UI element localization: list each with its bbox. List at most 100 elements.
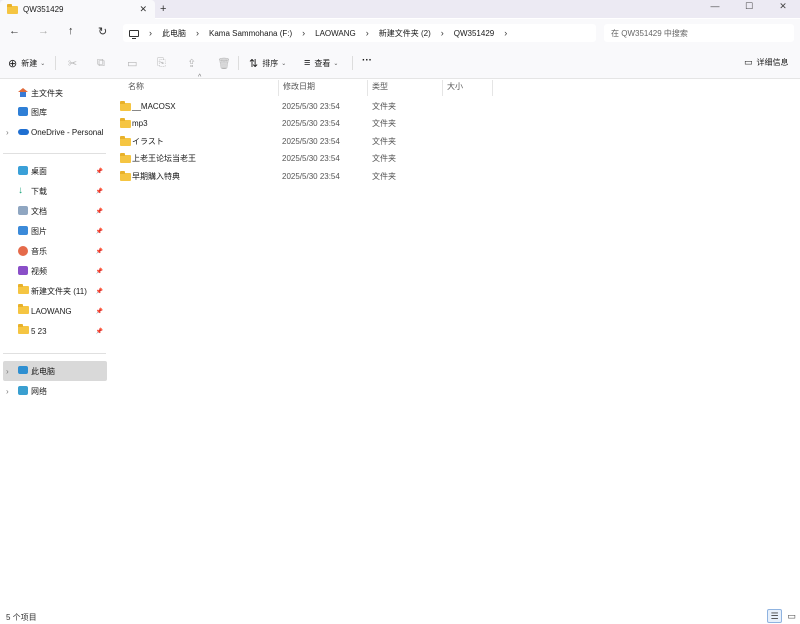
rename-icon: ⎘ xyxy=(157,57,166,69)
chevron-down-icon: ⌄ xyxy=(281,61,287,67)
share-icon: ⇪ xyxy=(187,58,197,70)
copy-button[interactable]: ⧉ xyxy=(97,57,109,70)
pin-icon: 📌 xyxy=(95,328,103,335)
column-header-date[interactable]: 修改日期 xyxy=(283,81,315,92)
sidebar-item-pictures[interactable]: 图片 📌 xyxy=(3,221,107,241)
pin-icon: 📌 xyxy=(95,248,103,255)
cloud-icon xyxy=(18,127,29,137)
file-row[interactable]: 上老王论坛当老王 2025/5/30 23:54 文件夹 xyxy=(112,150,492,167)
forward-button[interactable]: → xyxy=(38,25,49,37)
minimize-button[interactable]: — xyxy=(698,0,732,12)
pin-icon: 📌 xyxy=(95,208,103,215)
column-divider[interactable] xyxy=(278,80,279,96)
share-button[interactable]: ⇪ xyxy=(187,57,200,70)
breadcrumb-drive[interactable]: Kama Sammohana (F:) xyxy=(209,29,292,38)
sort-icon: ⇅ xyxy=(249,58,259,70)
view-icon: ≡ xyxy=(304,57,311,69)
chevron-right-icon[interactable]: › xyxy=(6,387,9,396)
sidebar-item-laowang[interactable]: LAOWANG 📌 xyxy=(3,301,107,321)
column-header-name[interactable]: 名称 xyxy=(128,81,144,92)
sidebar-item-desktop[interactable]: 桌面 📌 xyxy=(3,161,107,181)
breadcrumb-laowang[interactable]: LAOWANG xyxy=(315,29,356,38)
sidebar-item-videos[interactable]: 视频 📌 xyxy=(3,261,107,281)
plus-circle-icon: ⊕ xyxy=(8,58,18,70)
details-pane-button[interactable]: ▭ 详细信息 xyxy=(744,57,789,68)
folder-icon xyxy=(7,3,18,14)
pin-icon: 📌 xyxy=(95,308,103,315)
new-button[interactable]: ⊕ 新建 ⌄ xyxy=(8,57,45,70)
sidebar-item-music[interactable]: 音乐 📌 xyxy=(3,241,107,261)
refresh-button[interactable]: ↻ xyxy=(98,25,107,38)
file-row[interactable]: mp3 2025/5/30 23:54 文件夹 xyxy=(112,115,492,132)
maximize-button[interactable]: ☐ xyxy=(732,0,766,12)
folder-icon xyxy=(18,324,29,336)
tiles-view-button[interactable]: ▭ xyxy=(784,609,799,623)
folder-icon xyxy=(120,171,131,181)
file-type: 文件夹 xyxy=(372,102,396,111)
column-header-size[interactable]: 大小 xyxy=(447,81,463,92)
back-button[interactable]: ← xyxy=(9,25,20,37)
status-bar: 5 个项目 ☰ ▭ xyxy=(0,608,800,624)
cut-button[interactable]: ✂ xyxy=(68,57,81,70)
pc-icon xyxy=(18,366,28,376)
desktop-icon xyxy=(18,166,28,177)
sort-button[interactable]: ⇅ 排序 ⌄ xyxy=(249,57,286,70)
file-date: 2025/5/30 23:54 xyxy=(282,137,340,146)
chevron-right-icon[interactable]: › xyxy=(6,367,9,376)
pictures-icon xyxy=(18,226,28,237)
sidebar-item-label: 文档 xyxy=(31,206,47,216)
breadcrumb-new-folder[interactable]: 新建文件夹 (2) xyxy=(379,28,431,39)
breadcrumb-this-pc[interactable]: 此电脑 xyxy=(162,28,186,39)
chevron-right-icon[interactable]: › xyxy=(504,28,507,38)
sidebar-item-home[interactable]: 主文件夹 xyxy=(3,83,107,103)
column-divider[interactable] xyxy=(367,80,368,96)
delete-button[interactable]: 🗑 xyxy=(217,57,235,70)
sidebar-item-label: 音乐 xyxy=(31,246,47,256)
paste-button[interactable]: ▭ xyxy=(127,57,141,70)
rename-button[interactable]: ⎘ xyxy=(157,57,170,70)
search-input[interactable]: 在 QW351429 中搜索 xyxy=(604,24,794,42)
sort-label: 排序 xyxy=(262,59,279,68)
new-tab-button[interactable]: + xyxy=(160,3,166,15)
tab-qw351429[interactable]: QW351429 ✕ xyxy=(0,0,155,19)
navigation-pane: 主文件夹 图库 › OneDrive - Personal 桌面 📌 ↓ 下载 … xyxy=(0,80,107,608)
sidebar-item-network[interactable]: › 网络 xyxy=(3,381,107,401)
sidebar-item-5-23[interactable]: 5 23 📌 xyxy=(3,321,107,341)
chevron-right-icon: › xyxy=(149,28,152,38)
file-row[interactable]: __MACOSX 2025/5/30 23:54 文件夹 xyxy=(112,98,492,115)
folder-icon xyxy=(120,153,131,163)
sidebar-item-downloads[interactable]: ↓ 下载 📌 xyxy=(3,181,107,201)
close-window-button[interactable]: ✕ xyxy=(766,0,800,12)
column-header-type[interactable]: 类型 xyxy=(372,81,388,92)
chevron-right-icon: › xyxy=(196,28,199,38)
more-options-button[interactable]: ··· xyxy=(362,55,372,66)
sidebar-item-gallery[interactable]: 图库 xyxy=(3,102,107,122)
sidebar-item-this-pc[interactable]: › 此电脑 xyxy=(3,361,107,381)
navigation-bar: ← → ↑ ↻ › 此电脑 › Kama Sammohana (F:) › LA… xyxy=(0,19,800,48)
divider xyxy=(238,56,239,70)
item-count: 5 个项目 xyxy=(6,613,37,622)
view-label: 查看 xyxy=(314,58,331,68)
folder-icon xyxy=(120,136,131,146)
breadcrumb-current[interactable]: QW351429 xyxy=(454,29,494,38)
title-bar: QW351429 ✕ + — ☐ ✕ xyxy=(0,0,800,19)
view-button[interactable]: ≡ 查看 ⌄ xyxy=(304,57,338,69)
chevron-right-icon[interactable]: › xyxy=(6,128,9,137)
sidebar-item-label: 图库 xyxy=(31,107,47,117)
column-divider[interactable] xyxy=(492,80,493,96)
sidebar-item-new-folder-11[interactable]: 新建文件夹 (11) 📌 xyxy=(3,281,107,301)
close-tab-button[interactable]: ✕ xyxy=(139,4,147,15)
sidebar-item-documents[interactable]: 文档 📌 xyxy=(3,201,107,221)
details-view-button[interactable]: ☰ xyxy=(767,609,782,623)
pin-icon: 📌 xyxy=(95,188,103,195)
window-controls: — ☐ ✕ xyxy=(698,0,800,12)
file-type: 文件夹 xyxy=(372,154,396,163)
documents-icon xyxy=(18,206,28,217)
column-divider[interactable] xyxy=(442,80,443,96)
file-row[interactable]: イラスト 2025/5/30 23:54 文件夹 xyxy=(112,133,492,150)
file-row[interactable]: 早期購入特典 2025/5/30 23:54 文件夹 xyxy=(112,168,492,185)
up-button[interactable]: ↑ xyxy=(68,25,74,37)
sidebar-item-onedrive[interactable]: › OneDrive - Personal xyxy=(3,122,107,142)
address-bar[interactable]: › 此电脑 › Kama Sammohana (F:) › LAOWANG › … xyxy=(123,24,596,42)
gallery-icon xyxy=(18,107,28,118)
